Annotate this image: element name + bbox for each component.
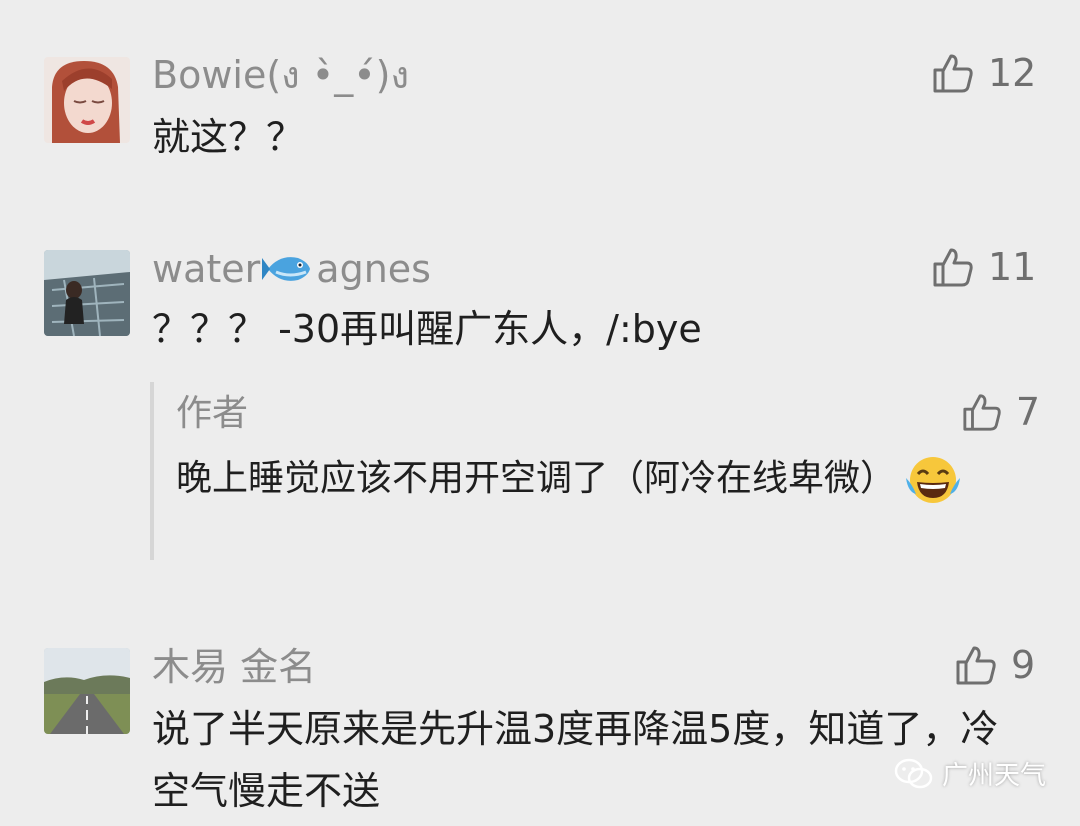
reply-text: 晚上睡觉应该不用开空调了（阿冷在线卑微）	[176, 448, 996, 510]
thumbs-up-icon	[933, 54, 973, 93]
like-count: 12	[988, 51, 1037, 95]
author-name-prefix: water	[152, 247, 261, 291]
like-button[interactable]: 12	[932, 52, 1036, 94]
comment-text: 就这？？	[152, 115, 305, 159]
thumbs-up-icon	[956, 646, 996, 685]
like-count: 9	[1011, 643, 1036, 687]
watermark-text: 广州天气	[941, 761, 1046, 791]
avatar[interactable]	[44, 57, 130, 143]
like-count: 11	[988, 245, 1037, 289]
reply-author: 作者	[176, 393, 249, 434]
reply-like-button[interactable]: 7	[962, 392, 1040, 432]
fish-icon	[262, 257, 311, 281]
author-name-suffix: agnes	[316, 247, 431, 291]
reply-text-content: 晚上睡觉应该不用开空调了（阿冷在线卑微）	[176, 458, 897, 499]
author-reply: 作者 晚上睡觉应该不用开空调了（阿冷在线卑微） 7	[150, 382, 1044, 560]
comment-author: 木易 金名	[152, 645, 317, 689]
comment-text: ？？？ -30再叫醒广东人，/:bye	[152, 307, 702, 351]
avatar[interactable]	[44, 648, 130, 734]
like-button[interactable]: 11	[932, 246, 1036, 288]
wechat-icon	[894, 758, 933, 788]
thumbs-up-icon	[933, 248, 973, 287]
like-button[interactable]: 9	[955, 644, 1035, 686]
avatar[interactable]	[44, 250, 130, 336]
tears-of-joy-emoji	[906, 457, 961, 503]
watermark: 广州天气	[894, 755, 1046, 792]
comment-author: Bowie(ง •̀_•́)ง	[152, 53, 410, 97]
like-count: 7	[1015, 390, 1040, 434]
thumbs-up-icon	[963, 394, 1001, 431]
comment-author: water agnes	[152, 250, 431, 288]
